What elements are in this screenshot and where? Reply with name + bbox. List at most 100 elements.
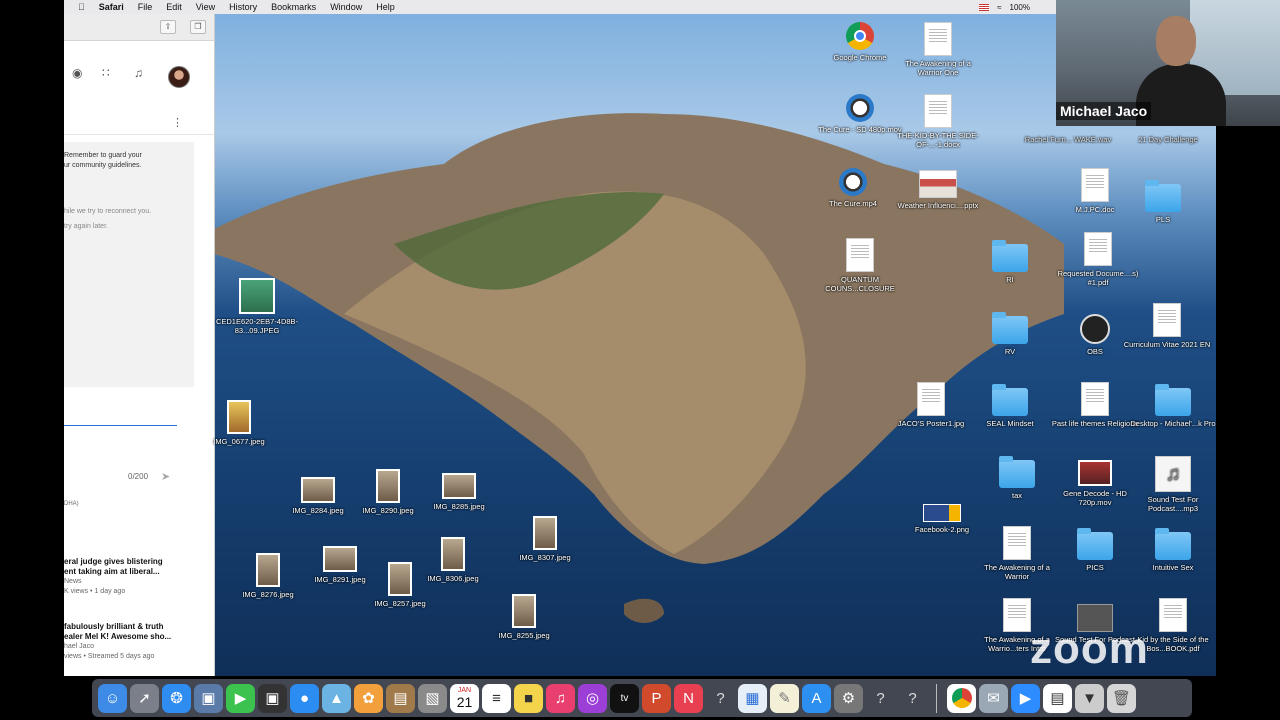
facetime-icon[interactable]: ▶ (226, 683, 255, 713)
video-title-line-2: ealer Mel K! Awesome sho... (64, 632, 172, 641)
reminders-icon[interactable]: ≡ (482, 683, 511, 713)
file-label: CED1E620-2EB7-4D8B-83...09.JPEG (215, 317, 299, 335)
menu-file[interactable]: File (138, 2, 153, 12)
create-video-icon[interactable]: ◉ (72, 66, 82, 80)
chat-input[interactable] (64, 424, 177, 426)
video-stats: views • Streamed 5 days ago (64, 653, 155, 660)
send-icon[interactable]: ➤ (161, 470, 170, 483)
desktop-folder-desktop-pro[interactable]: Desktop - Michael'...k Pro (1128, 384, 1218, 428)
desktop-file-sound-test-mp3[interactable]: ♫ Sound Test For Podcast....mp3 (1128, 456, 1218, 513)
desktop-file-img-8255[interactable]: IMG_8255.jpeg (479, 594, 569, 640)
calendar-icon[interactable]: JAN 21 (450, 683, 479, 713)
calendar-day: 21 (456, 694, 473, 710)
desktop-file-requested-pdf[interactable]: Requested Docume....s) #1.pdf (1053, 232, 1143, 287)
document-icon (1081, 168, 1109, 202)
document-icon[interactable]: ▤ (1043, 683, 1072, 713)
desktop-folder-pls[interactable]: PLS (1118, 180, 1208, 224)
desktop-file-past-life[interactable]: Past life themes Religions (1050, 382, 1140, 428)
desktop-file-img-0677[interactable]: IMG_0677.jpeg (194, 400, 284, 446)
desktop-folder-pics[interactable]: PICS (1050, 528, 1140, 572)
desktop-folder-tax[interactable]: tax (972, 456, 1062, 500)
safari-icon[interactable]: ❂ (162, 683, 191, 713)
unknown-app-icon[interactable]: ? (866, 684, 895, 713)
desktop-file-weather-pptx[interactable]: Weather Influenci....pptx (893, 170, 983, 210)
photos-icon[interactable]: ✿ (354, 683, 383, 713)
desktop-file-img-8285[interactable]: IMG_8285.jpeg (414, 473, 504, 511)
trash-icon[interactable]: 🗑 (1107, 683, 1136, 713)
news-icon[interactable]: N (674, 683, 703, 713)
desktop-file-img-8306[interactable]: IMG_8306.jpeg (408, 537, 498, 583)
zoom-icon[interactable]: ▶ (1011, 683, 1040, 713)
desktop-file-img-8307[interactable]: IMG_8307.jpeg (500, 516, 590, 562)
image-thumbnail-icon (533, 516, 557, 550)
chat-header: ⋮ (64, 114, 214, 135)
more-options-icon[interactable]: ⋮ (172, 116, 183, 129)
retry-text: try again later. (64, 223, 108, 230)
menu-edit[interactable]: Edit (166, 2, 182, 12)
zoom-share-screen:  Safari File Edit View History Bookmark… (0, 0, 1280, 720)
share-icon[interactable]: ⇧ (160, 20, 176, 34)
powerpoint-icon[interactable]: P (642, 683, 671, 713)
desktop-file-awakening-one[interactable]: The Awakening of a Warrior One (893, 22, 983, 77)
messages-icon[interactable]: ● (290, 683, 319, 713)
flag-icon[interactable] (979, 3, 990, 11)
finder-icon[interactable]: ☺ (98, 683, 127, 713)
desktop-folder-intuitive[interactable]: Intuitive Sex (1128, 528, 1218, 572)
document-icon (924, 22, 952, 56)
menu-view[interactable]: View (196, 2, 215, 12)
file-label: Desktop - Michael'...k Pro (1130, 419, 1216, 428)
podcasts-icon[interactable]: ◎ (578, 683, 607, 713)
music-icon[interactable]: ♫ (546, 683, 575, 713)
contacts-icon[interactable]: ▧ (418, 683, 447, 713)
pdf-icon (1159, 598, 1187, 632)
desktop-folder-rv[interactable]: RV (965, 312, 1055, 356)
desktop-folder-ri[interactable]: RI (965, 240, 1055, 284)
final-cut-icon[interactable]: ▣ (258, 683, 287, 713)
menu-app-safari[interactable]: Safari (99, 2, 124, 12)
list-item[interactable]: eral judge gives blistering ent taking a… (64, 557, 214, 597)
desktop-file-kid-docx[interactable]: THE-KID-BY-THE SIDE-OF-...-1.docx (893, 94, 983, 149)
desktop-file-ced-jpeg[interactable]: CED1E620-2EB7-4D8B-83...09.JPEG (212, 278, 302, 335)
desktop-file-cure-mp4[interactable]: The Cure.mp4 (808, 168, 898, 208)
notifications-bell-icon[interactable]: ♫ (134, 66, 143, 80)
desktop-file-gene-decode[interactable]: Gene Decode - HD 720p.mov (1050, 460, 1140, 507)
tabs-icon[interactable]: ❐ (190, 20, 206, 34)
apple-menu-icon[interactable]:  (78, 2, 85, 12)
app-store-icon[interactable]: A (802, 683, 831, 713)
unknown-app-icon[interactable]: ? (898, 684, 927, 713)
menu-window[interactable]: Window (330, 2, 362, 12)
preview-icon[interactable]: ▣ (194, 683, 223, 713)
unknown-app-icon[interactable]: ? (706, 684, 735, 713)
desktop-file-cure-sd[interactable]: The Cure - SD 480p.mov (815, 94, 905, 134)
textedit-icon[interactable]: ✎ (770, 683, 799, 713)
participant-video: Michael Jaco (1056, 0, 1280, 126)
desktop-app-chrome[interactable]: Google Chrome (815, 22, 905, 62)
chrome-icon[interactable] (947, 683, 976, 713)
notes-icon[interactable]: ▤ (386, 683, 415, 713)
launchpad-icon[interactable]: ➚ (130, 683, 159, 713)
battery-percent[interactable]: 100% (1010, 3, 1030, 12)
document-icon (1003, 598, 1031, 632)
maps-icon[interactable]: ▲ (322, 683, 351, 713)
desktop-file-quantum[interactable]: QUANTUM COUNS...CLOSURE (815, 238, 905, 293)
apps-grid-icon[interactable]: ∷ (102, 66, 110, 80)
downloads-icon[interactable]: ▼ (1075, 683, 1104, 713)
avatar[interactable] (168, 66, 190, 88)
menu-history[interactable]: History (229, 2, 257, 12)
desktop-folder-seal[interactable]: SEAL Mindset (965, 384, 1055, 428)
wifi-icon[interactable]: ≈ (997, 3, 1001, 12)
desktop-file-jaco-poster[interactable]: JACO'S Poster1.jpg (886, 382, 976, 428)
safari-toolbar: ⇧ ❐ (64, 14, 214, 41)
menu-bookmarks[interactable]: Bookmarks (271, 2, 316, 12)
keynote-icon[interactable]: ▦ (738, 683, 767, 713)
menu-help[interactable]: Help (376, 2, 395, 12)
list-item[interactable]: fabulously brilliant & truth ealer Mel K… (64, 622, 214, 662)
stickies-icon[interactable]: ■ (514, 683, 543, 713)
file-label: OBS (1087, 347, 1103, 356)
mail-icon[interactable]: ✉ (979, 683, 1008, 713)
apple-tv-icon[interactable]: tv (610, 683, 639, 713)
desktop-file-awakening-warrior[interactable]: The Awakening of a Warrior (972, 526, 1062, 581)
system-preferences-icon[interactable]: ⚙ (834, 683, 863, 713)
music-file-icon: ♫ (1155, 456, 1191, 492)
desktop-file-cv[interactable]: Curriculum Vitae 2021 EN (1122, 303, 1212, 349)
